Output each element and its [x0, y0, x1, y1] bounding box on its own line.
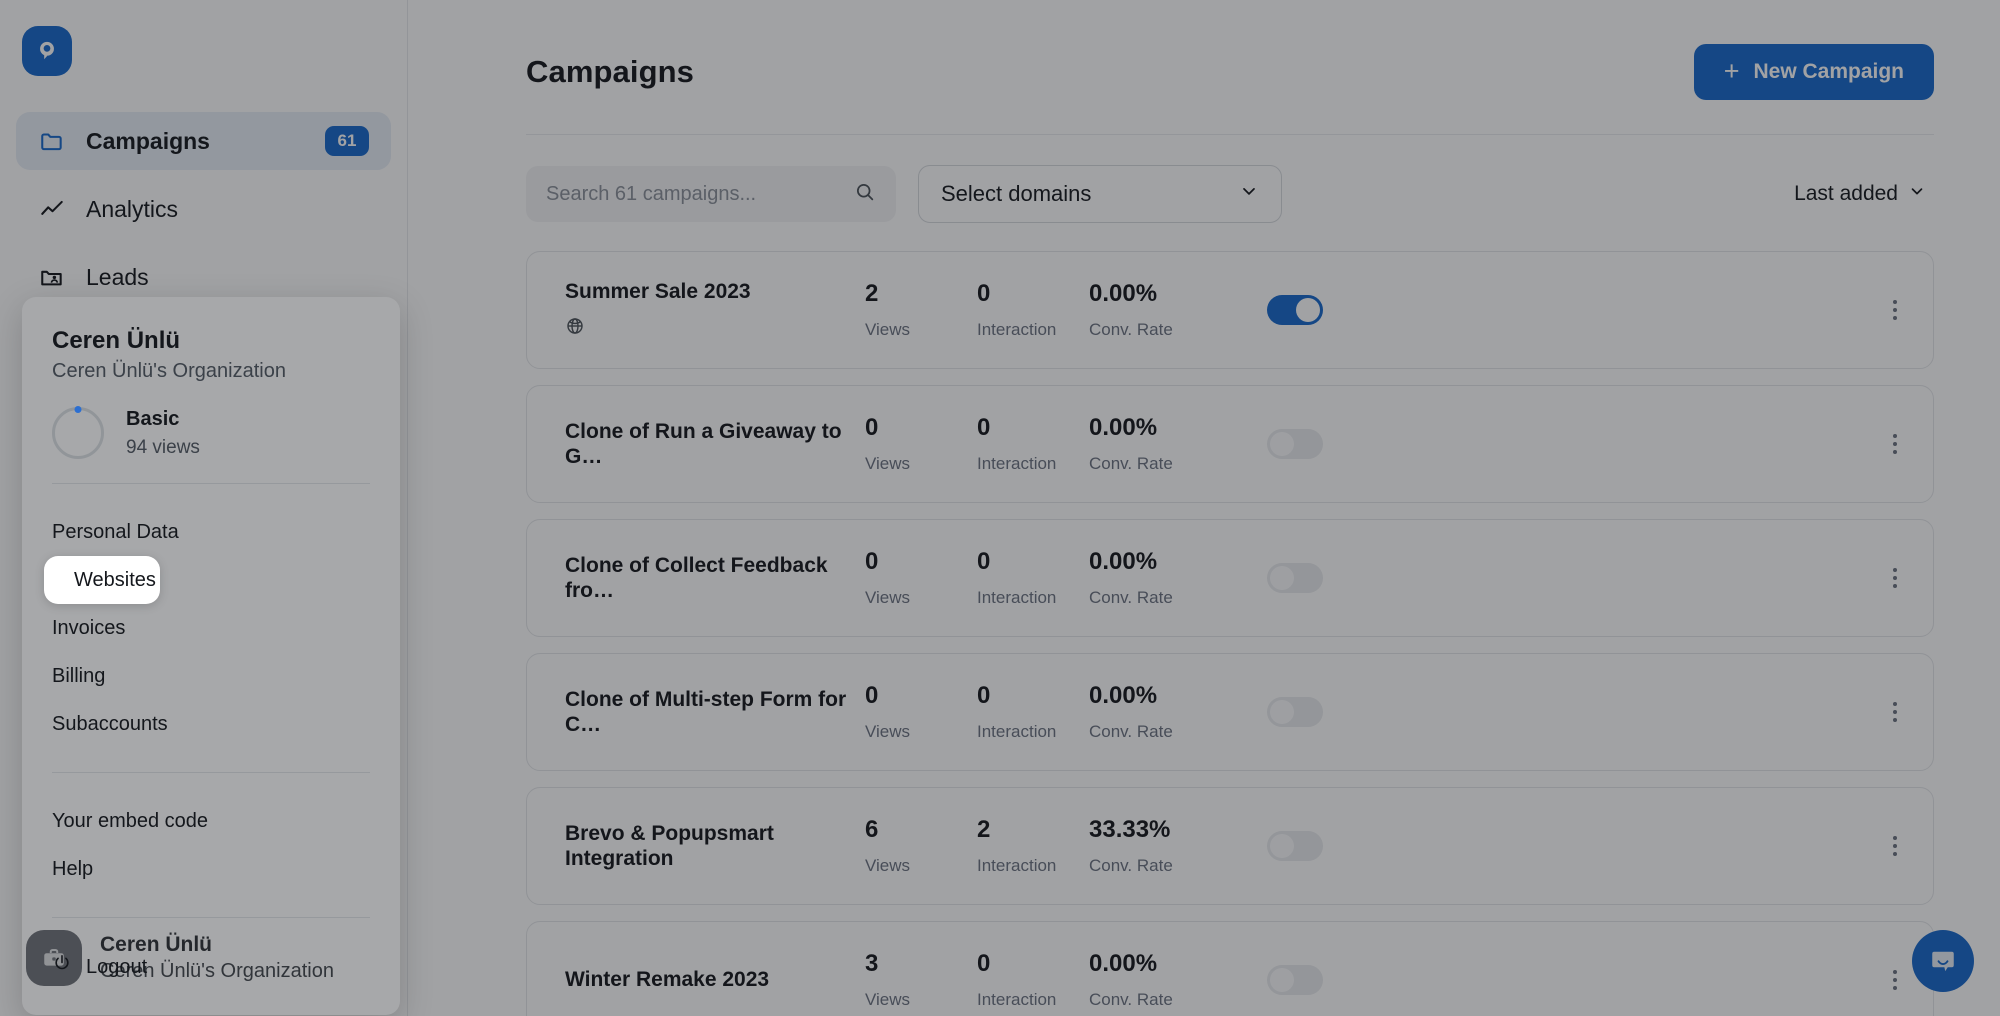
- menu-item-billing[interactable]: Billing: [22, 652, 400, 700]
- ring-progress-dot: [74, 406, 82, 414]
- account-menu-popup: Ceren Ünlü Ceren Ünlü's Organization Bas…: [22, 297, 400, 1016]
- menu-item-personal-data[interactable]: Personal Data: [22, 508, 400, 556]
- menu-item-your-embed-code[interactable]: Your embed code: [22, 797, 400, 845]
- menu-item-invoices[interactable]: Invoices: [22, 604, 400, 652]
- ring-track: [52, 407, 104, 460]
- logout-button[interactable]: Logout: [22, 942, 400, 991]
- plan-usage-row: Basic 94 views: [22, 383, 400, 460]
- popup-divider: [52, 483, 370, 485]
- logout-label: Logout: [86, 955, 148, 978]
- menu-item-subaccounts[interactable]: Subaccounts: [22, 700, 400, 748]
- plan-usage: 94 views: [126, 437, 200, 459]
- popup-user-org: Ceren Ünlü's Organization: [52, 360, 286, 383]
- power-icon: [52, 953, 72, 980]
- popup-divider: [52, 772, 370, 774]
- popup-group-secondary: Your embed code Help: [22, 797, 400, 893]
- menu-item-help[interactable]: Help: [22, 845, 400, 893]
- menu-item-websites[interactable]: Websites: [44, 556, 160, 605]
- popup-divider: [52, 917, 370, 919]
- popup-group-primary: Personal Data Websites Invoices Billing Suba…: [22, 508, 400, 748]
- plan-name: Basic: [126, 408, 180, 431]
- usage-progress-ring: [52, 406, 104, 460]
- popup-user-name: Ceren Ünlü: [52, 327, 181, 354]
- app-root: Campaigns 61 Analytics Leads Ceren Ünlü …: [0, 0, 2000, 1016]
